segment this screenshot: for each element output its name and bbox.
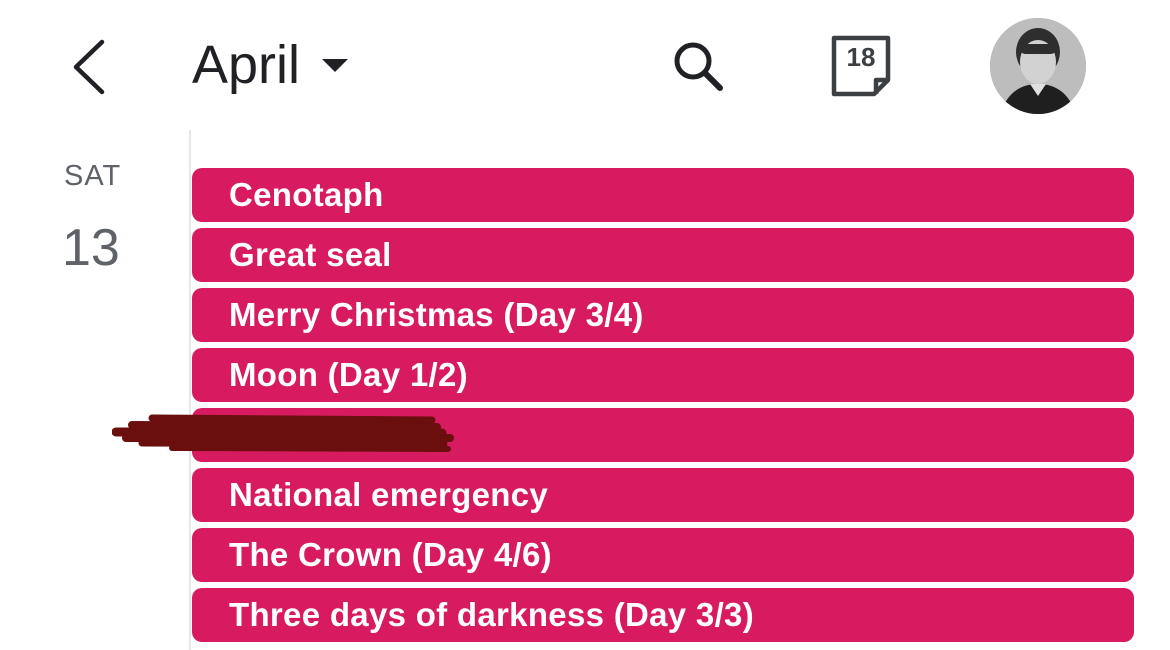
event-chip[interactable]: National emergency	[192, 468, 1134, 522]
user-avatar-icon	[990, 18, 1086, 114]
chevron-left-icon	[73, 39, 105, 95]
event-title: National emergency	[229, 476, 549, 513]
event-chip[interactable]: Great seal	[192, 228, 1134, 282]
back-button[interactable]	[60, 34, 120, 98]
event-title: The Crown (Day 4/6)	[229, 536, 552, 573]
month-title: April	[192, 35, 301, 95]
caret-down-icon	[322, 59, 349, 72]
event-title: Moon (Day 1/2)	[229, 356, 468, 393]
event-title: Merry Christmas (Day 3/4)	[229, 296, 644, 333]
today-button[interactable]: 18	[826, 32, 896, 102]
event-chip[interactable]: The Crown (Day 4/6)	[192, 528, 1134, 582]
today-date-label: 18	[846, 42, 876, 72]
event-chip[interactable]: Three days of darkness (Day 3/3)	[192, 588, 1134, 642]
event-title: Great seal	[229, 236, 392, 273]
avatar[interactable]	[990, 18, 1086, 114]
day-number[interactable]: 13	[62, 222, 132, 274]
event-chip-redacted[interactable]	[192, 408, 1134, 462]
event-title: Three days of darkness (Day 3/3)	[229, 596, 754, 633]
event-chip[interactable]: Cenotaph	[192, 168, 1134, 222]
event-chip[interactable]: Moon (Day 1/2)	[192, 348, 1134, 402]
month-selector[interactable]: April	[192, 30, 350, 100]
event-chip[interactable]: Merry Christmas (Day 3/4)	[192, 288, 1134, 342]
search-button[interactable]	[664, 34, 728, 98]
event-title: Cenotaph	[229, 176, 384, 213]
search-icon	[674, 42, 723, 91]
weekday-label: SAT	[64, 160, 122, 192]
day-divider	[189, 130, 191, 650]
